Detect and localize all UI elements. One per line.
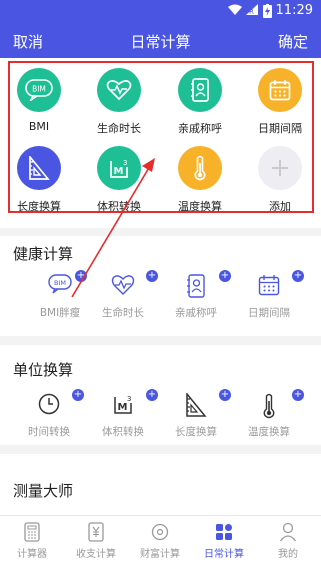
nav-item-calculator[interactable]: 计算器: [0, 522, 64, 560]
fav-item-volume[interactable]: M3 体积转换: [84, 146, 154, 226]
status-bar: R 11:29: [0, 0, 321, 22]
calendar-icon: [258, 68, 302, 112]
tool-time[interactable]: + 时间转换: [10, 389, 88, 463]
cube-m3-icon: M3: [111, 393, 135, 417]
calculator-icon: [23, 522, 41, 542]
tool-length[interactable]: + 长度换算: [157, 389, 235, 463]
nav-label: 财富计算: [140, 549, 180, 560]
svg-text:3: 3: [123, 159, 127, 167]
person-icon: [279, 522, 297, 542]
bottom-nav: 计算器 收支计算 财富计算 日常计算 我的: [0, 515, 321, 565]
tool-label: 生命时长: [102, 307, 144, 319]
tool-temperature[interactable]: + 温度换算: [230, 389, 308, 463]
nav-label: 计算器: [17, 549, 47, 560]
contacts-book-icon: [184, 274, 208, 298]
nav-item-wealth[interactable]: 财富计算: [128, 522, 192, 560]
tool-label: 时间转换: [28, 426, 70, 438]
nav-label: 我的: [278, 549, 298, 560]
thermometer-icon: [257, 393, 281, 419]
cube-m3-icon: M3: [97, 146, 141, 190]
fav-item-relatives[interactable]: 亲戚称呼: [165, 68, 235, 148]
favorites-panel: BIM BMI 生命时长 亲戚称呼 日期间隔 长度换算 M3 体积转换 温度换算…: [0, 58, 321, 228]
fav-item-life-span[interactable]: 生命时长: [84, 68, 154, 148]
svg-text:M: M: [118, 402, 128, 413]
fav-item-add[interactable]: 添加: [245, 146, 315, 226]
measure-section: 测量大师: [0, 454, 321, 515]
tool-date-interval[interactable]: + 日期间隔: [230, 270, 308, 344]
svg-text:3: 3: [127, 395, 131, 403]
fav-item-length[interactable]: 长度换算: [4, 146, 74, 226]
nav-item-mine[interactable]: 我的: [256, 522, 320, 560]
heart-pulse-icon: [111, 274, 135, 298]
calendar-icon: [257, 274, 281, 298]
signal-icon: R: [246, 4, 258, 18]
nav-label: 收支计算: [76, 549, 116, 560]
fav-label: 体积转换: [97, 200, 141, 213]
tool-label: 体积转换: [102, 426, 144, 438]
tool-label: 长度换算: [175, 426, 217, 438]
yuan-receipt-icon: [87, 522, 105, 542]
clock-icon: [37, 393, 61, 417]
bmi-icon: BIM: [48, 274, 72, 298]
section-title: 健康计算: [13, 245, 74, 263]
section-title: 测量大师: [13, 482, 74, 500]
tool-life-span[interactable]: + 生命时长: [84, 270, 162, 344]
tool-relatives[interactable]: + 亲戚称呼: [157, 270, 235, 344]
section-title: 单位换算: [13, 361, 74, 379]
units-section: 单位换算 + 时间转换 M3 + 体积转换 + 长度换算 + 温度换算: [0, 345, 321, 445]
heart-pulse-icon: [97, 68, 141, 112]
nav-label: 日常计算: [204, 549, 244, 560]
tool-label: 亲戚称呼: [175, 307, 217, 319]
fav-label: 亲戚称呼: [178, 122, 222, 135]
tool-volume[interactable]: M3 + 体积转换: [84, 389, 162, 463]
svg-text:BIM: BIM: [32, 85, 46, 94]
contacts-book-icon: [178, 68, 222, 112]
fav-label: BMI: [28, 120, 50, 133]
ruler-triangle-icon: [17, 146, 61, 190]
wifi-icon: [228, 4, 242, 18]
clock-time: 11:29: [275, 3, 313, 18]
fav-item-bmi[interactable]: BIM BMI: [4, 68, 74, 148]
ruler-triangle-icon: [184, 391, 208, 417]
fav-item-temperature[interactable]: 温度换算: [165, 146, 235, 226]
fav-label: 温度换算: [178, 200, 222, 213]
bmi-icon: BIM: [17, 68, 61, 112]
svg-text:R: R: [249, 8, 254, 15]
fav-label: 日期间隔: [258, 122, 302, 135]
health-section: 健康计算 BIM + BMI胖瘦 + 生命时长 + 亲戚称呼 + 日期间隔: [0, 236, 321, 336]
nav-item-income-expense[interactable]: 收支计算: [64, 522, 128, 560]
coin-icon: [151, 522, 169, 542]
add-plus-icon[interactable]: +: [72, 389, 84, 401]
fav-label: 长度换算: [17, 200, 61, 213]
thermometer-icon: [178, 146, 222, 190]
app-header: 取消 日常计算 确定: [0, 22, 321, 58]
plus-icon: [258, 146, 302, 190]
tool-label: 温度换算: [248, 426, 290, 438]
nav-item-daily[interactable]: 日常计算: [192, 522, 256, 560]
tool-label: 日期间隔: [248, 307, 290, 319]
page-title: 日常计算: [130, 33, 191, 51]
fav-item-date-interval[interactable]: 日期间隔: [245, 68, 315, 148]
battery-charging-icon: [263, 4, 272, 21]
fav-label: 生命时长: [97, 122, 141, 135]
confirm-button[interactable]: 确定: [278, 31, 308, 52]
add-plus-icon[interactable]: +: [292, 270, 304, 282]
add-plus-icon[interactable]: +: [292, 389, 304, 401]
svg-text:M: M: [114, 166, 124, 177]
fav-label: 添加: [269, 200, 291, 213]
grid-icon: [215, 522, 233, 542]
svg-text:BIM: BIM: [54, 279, 66, 287]
